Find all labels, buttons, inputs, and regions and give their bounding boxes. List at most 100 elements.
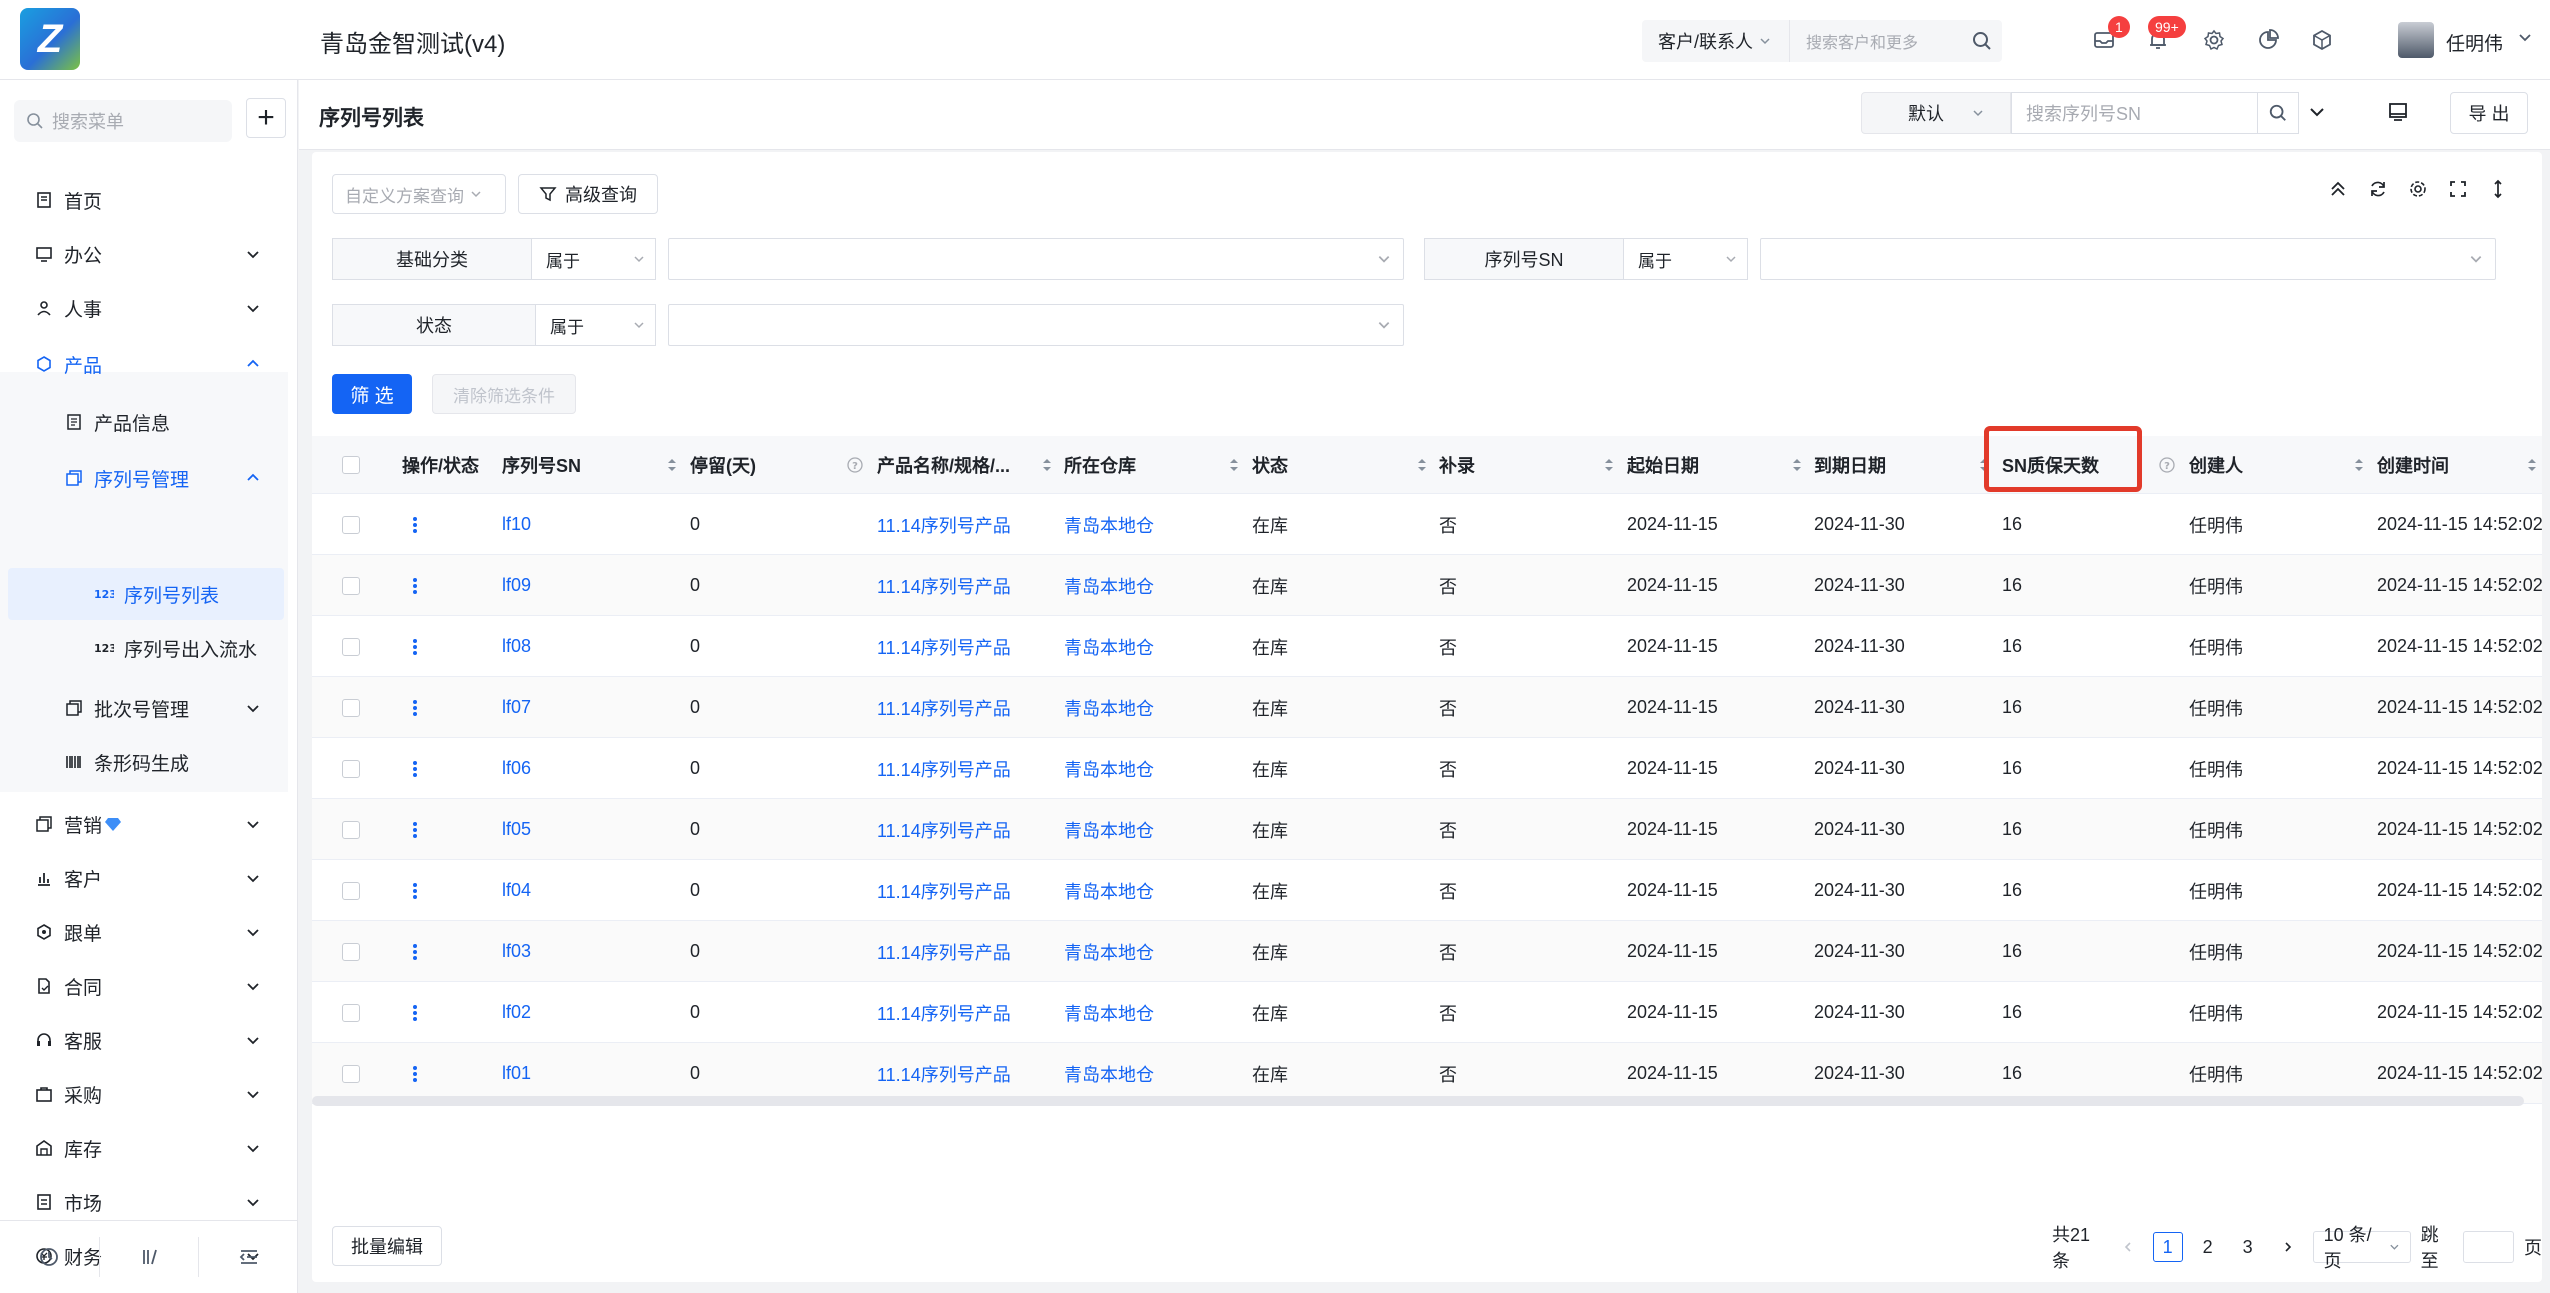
custom-scheme-select[interactable]: 自定义方案查询 <box>332 174 506 214</box>
row-checkbox[interactable] <box>342 616 360 677</box>
page-button[interactable]: 2 <box>2193 1232 2223 1262</box>
table-row[interactable]: lf05 0 11.14序列号产品 青岛本地仓 在库 否 2024-11-15 2024-11… <box>312 799 2543 860</box>
table-row[interactable]: lf03 0 11.14序列号产品 青岛本地仓 在库 否 2024-11-15 2024-11… <box>312 921 2543 982</box>
table-row[interactable]: lf08 0 11.14序列号产品 青岛本地仓 在库 否 2024-11-15 2024-11… <box>312 616 2543 677</box>
sort-icon[interactable] <box>1229 457 1239 473</box>
cell-product[interactable]: 11.14序列号产品 <box>877 738 1011 799</box>
cell-product[interactable]: 11.14序列号产品 <box>877 982 1011 1043</box>
chevron-down-icon[interactable] <box>2518 30 2532 44</box>
select-all-checkbox[interactable] <box>342 436 360 494</box>
sidebar-item-contract[interactable]: 合同 <box>0 960 288 1012</box>
table-row[interactable]: lf04 0 11.14序列号产品 青岛本地仓 在库 否 2024-11-15 2024-11… <box>312 860 2543 921</box>
sidebar-item-product[interactable]: 产品 <box>0 338 288 390</box>
more-actions-icon[interactable] <box>412 860 418 921</box>
sidebar-item-serial-flow[interactable]: 123 序列号出入流水 <box>0 622 288 674</box>
print-icon[interactable] <box>2386 100 2410 124</box>
sort-icon[interactable] <box>2354 457 2364 473</box>
column-header-start-date[interactable]: 起始日期 <box>1627 436 1807 494</box>
row-checkbox[interactable] <box>342 1043 360 1104</box>
sort-icon[interactable] <box>667 457 677 473</box>
more-actions-icon[interactable] <box>412 1043 418 1104</box>
batch-edit-button[interactable]: 批量编辑 <box>332 1226 442 1266</box>
cell-sn[interactable]: lf01 <box>502 1043 531 1104</box>
help-icon[interactable]: ? <box>2158 456 2176 474</box>
table-row[interactable]: lf02 0 11.14序列号产品 青岛本地仓 在库 否 2024-11-15 2024-11… <box>312 982 2543 1043</box>
sidebar-item-product-info[interactable]: 产品信息 <box>0 396 288 448</box>
row-checkbox[interactable] <box>342 799 360 860</box>
cell-sn[interactable]: lf05 <box>502 799 531 860</box>
export-button[interactable]: 导 出 <box>2450 92 2528 134</box>
fullscreen-icon[interactable] <box>2447 178 2469 200</box>
sort-icon[interactable] <box>1604 457 1614 473</box>
filter-operator-select[interactable]: 属于 <box>532 238 656 280</box>
cell-product[interactable]: 11.14序列号产品 <box>877 494 1011 555</box>
more-actions-icon[interactable] <box>412 616 418 677</box>
sort-icon[interactable] <box>2527 457 2537 473</box>
sidebar-item-marketing[interactable]: 营销 <box>0 798 288 850</box>
sidebar-item-batch-management[interactable]: 批次号管理 <box>0 682 288 734</box>
help-icon[interactable]: ? <box>846 456 864 474</box>
more-actions-icon[interactable] <box>412 982 418 1043</box>
sidebar-item-service[interactable]: 客服 <box>0 1014 288 1066</box>
cell-sn[interactable]: lf08 <box>502 616 531 677</box>
filter-value-select[interactable] <box>668 304 1404 346</box>
table-row[interactable]: lf09 0 11.14序列号产品 青岛本地仓 在库 否 2024-11-15 2024-11… <box>312 555 2543 616</box>
sidebar-item-customer[interactable]: 客户 <box>0 852 288 904</box>
jump-page-input[interactable] <box>2463 1231 2514 1263</box>
global-search-input[interactable]: 搜索客户和更多 <box>1790 29 1962 53</box>
filter-value-select[interactable] <box>1760 238 2496 280</box>
row-height-icon[interactable] <box>2487 178 2509 200</box>
cell-sn[interactable]: lf02 <box>502 982 531 1043</box>
page-button[interactable]: 1 <box>2152 1232 2183 1262</box>
cell-sn[interactable]: lf10 <box>502 494 531 555</box>
next-page-icon[interactable] <box>2273 1232 2303 1262</box>
more-actions-icon[interactable] <box>412 494 418 555</box>
row-checkbox[interactable] <box>342 860 360 921</box>
column-header-warranty-days[interactable]: SN质保天数? <box>2002 436 2182 494</box>
sidebar-item-serial-management[interactable]: 序列号管理 <box>0 452 288 504</box>
more-actions-icon[interactable] <box>412 799 418 860</box>
table-row[interactable]: lf07 0 11.14序列号产品 青岛本地仓 在库 否 2024-11-15 2024-11… <box>312 677 2543 738</box>
pie-chart-icon[interactable] <box>2254 26 2282 54</box>
sort-icon[interactable] <box>1417 457 1427 473</box>
sidebar-item-barcode[interactable]: 条形码生成 <box>0 736 288 788</box>
add-menu-button[interactable]: + <box>246 98 286 138</box>
sidebar-item-office[interactable]: 办公 <box>0 228 288 280</box>
cell-warehouse[interactable]: 青岛本地仓 <box>1064 555 1154 616</box>
row-checkbox[interactable] <box>342 677 360 738</box>
cell-product[interactable]: 11.14序列号产品 <box>877 799 1011 860</box>
filter-operator-select[interactable]: 属于 <box>536 304 656 346</box>
cell-product[interactable]: 11.14序列号产品 <box>877 860 1011 921</box>
search-icon[interactable] <box>1962 30 2002 52</box>
cell-product[interactable]: 11.14序列号产品 <box>877 555 1011 616</box>
sidebar-item-home[interactable]: 首页 <box>0 174 288 226</box>
row-checkbox[interactable] <box>342 921 360 982</box>
app-logo[interactable]: Z <box>20 8 80 70</box>
cell-product[interactable]: 11.14序列号产品 <box>877 1043 1011 1104</box>
row-checkbox[interactable] <box>342 982 360 1043</box>
column-header-stay[interactable]: 停留(天)? <box>690 436 870 494</box>
cell-warehouse[interactable]: 青岛本地仓 <box>1064 921 1154 982</box>
column-header-warehouse[interactable]: 所在仓库 <box>1064 436 1244 494</box>
filter-value-select[interactable] <box>668 238 1404 280</box>
cell-warehouse[interactable]: 青岛本地仓 <box>1064 677 1154 738</box>
horizontal-scrollbar[interactable] <box>312 1096 2524 1106</box>
cell-sn[interactable]: lf09 <box>502 555 531 616</box>
table-row[interactable]: lf01 0 11.14序列号产品 青岛本地仓 在库 否 2024-11-15 2024-11… <box>312 1043 2543 1104</box>
row-checkbox[interactable] <box>342 555 360 616</box>
column-header-product[interactable]: 产品名称/规格/... <box>877 436 1057 494</box>
sort-icon[interactable] <box>1792 457 1802 473</box>
refresh-icon[interactable] <box>2367 178 2389 200</box>
row-checkbox[interactable] <box>342 494 360 555</box>
column-header-created-time[interactable]: 创建时间 <box>2377 436 2542 494</box>
user-name[interactable]: 任明伟 <box>2446 29 2503 56</box>
column-header-creator[interactable]: 创建人 <box>2189 436 2369 494</box>
cell-sn[interactable]: lf06 <box>502 738 531 799</box>
table-row[interactable]: lf06 0 11.14序列号产品 青岛本地仓 在库 否 2024-11-15 2024-11… <box>312 738 2543 799</box>
sidebar-item-inventory[interactable]: 库存 <box>0 1122 288 1174</box>
view-select[interactable]: 默认 <box>1861 92 2011 134</box>
page-size-select[interactable]: 10 条/页 <box>2312 1225 2411 1271</box>
search-icon[interactable] <box>2257 92 2299 134</box>
cell-product[interactable]: 11.14序列号产品 <box>877 616 1011 677</box>
cell-sn[interactable]: lf04 <box>502 860 531 921</box>
